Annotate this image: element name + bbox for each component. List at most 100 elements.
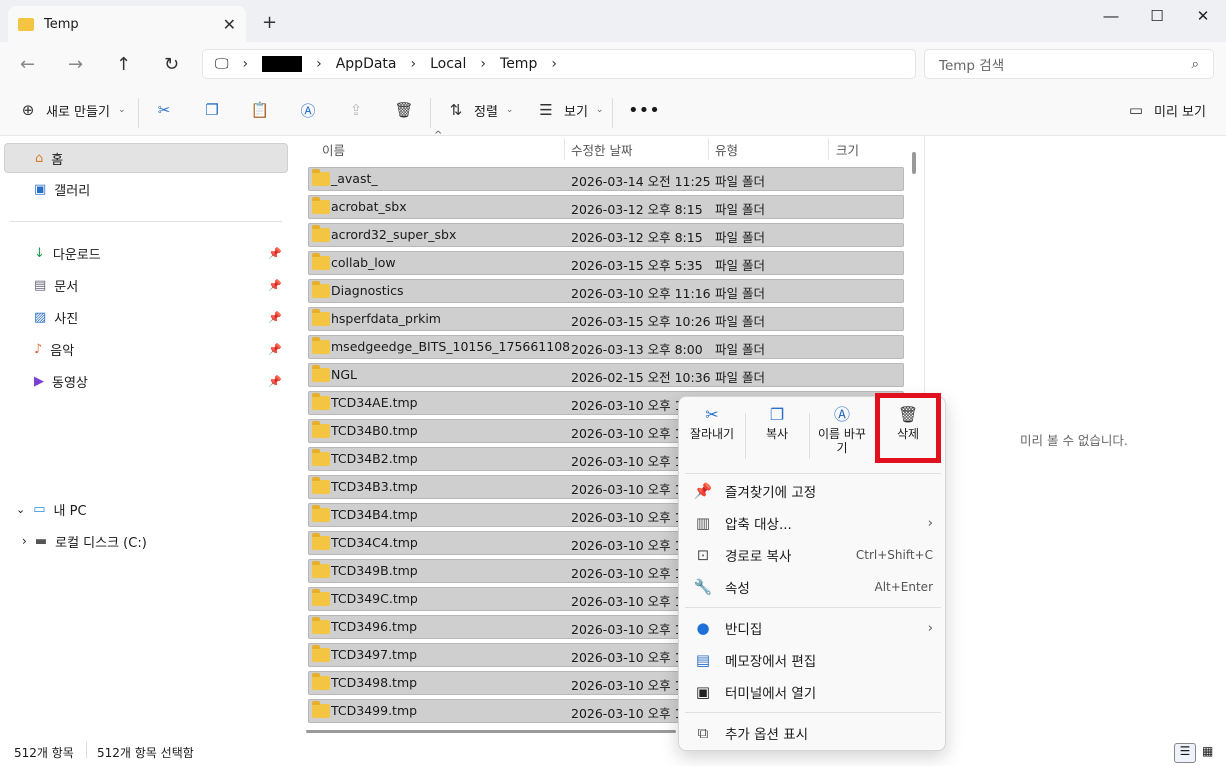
view-button[interactable]: ☰ 보기 ⌄ — [536, 100, 603, 120]
ctx-pin-item[interactable]: 📌 즐겨찾기에 고정 — [679, 475, 947, 507]
ctx-terminal-item[interactable]: ▣ 터미널에서 열기 — [679, 676, 947, 708]
sort-button[interactable]: ⇅ 정렬 ⌄ — [446, 100, 514, 120]
rename-button[interactable]: Ⓐ — [298, 100, 318, 120]
file-name: collab_low — [331, 255, 396, 270]
chevron-right-icon[interactable]: › — [551, 56, 557, 72]
forward-icon[interactable]: → — [68, 54, 83, 75]
scissors-icon: ✂ — [157, 101, 171, 119]
sidebar-item-documents[interactable]: ▤ 문서 📌 — [4, 270, 288, 300]
minimize-icon[interactable]: ― — [1088, 4, 1134, 28]
ctx-rename-button[interactable]: Ⓐ 이름 바꾸기 — [811, 405, 873, 467]
file-row[interactable]: hsperfdata_prkim 2026-03-15 오후 10:26 파일 폴더 — [306, 305, 906, 333]
file-date: 2026-03-14 오전 11:25 — [571, 174, 711, 189]
folder-icon — [312, 281, 330, 298]
ctx-compress-item[interactable]: ▥ 압축 대상... › — [679, 507, 947, 539]
sidebar-item-local-disk[interactable]: › ▬ 로컬 디스크 (C:) — [4, 526, 288, 556]
preview-pane-button[interactable]: ▭ 미리 보기 — [1126, 100, 1206, 120]
close-window-icon[interactable]: ✕ — [1180, 4, 1226, 28]
ctx-properties-shortcut: Alt+Enter — [874, 580, 933, 594]
details-view-icon[interactable]: ☰ — [1174, 743, 1196, 763]
file-name: Diagnostics — [331, 283, 404, 298]
ctx-copy-path-item[interactable]: ⊡ 경로로 복사 Ctrl+Shift+C — [679, 539, 947, 571]
new-button[interactable]: ⊕ 새로 만들기 ⌄ — [18, 100, 126, 120]
ctx-notepad-item[interactable]: ▤ 메모장에서 편집 — [679, 644, 947, 676]
file-row[interactable]: acrord32_super_sbx 2026-03-12 오후 8:15 파일 폴… — [306, 221, 906, 249]
column-label: 이름 — [322, 142, 346, 158]
folder-icon — [312, 393, 330, 410]
copy-button[interactable]: ❐ — [202, 100, 222, 120]
more-options-icon[interactable]: ••• — [628, 100, 660, 121]
address-bar[interactable]: 🖵 › › AppData › Local › Temp › — [202, 49, 916, 79]
file-date: 2026-02-15 오전 10:36 — [571, 370, 711, 385]
column-divider[interactable] — [564, 138, 565, 160]
file-row[interactable]: Diagnostics 2026-03-10 오후 11:16 파일 폴더 — [306, 277, 906, 305]
file-name: TCD34AE.tmp — [331, 395, 418, 410]
ctx-cut-button[interactable]: ✂ 잘라내기 — [681, 405, 743, 467]
ctx-more-options-item[interactable]: ⧉ 추가 옵션 표시 — [679, 717, 947, 749]
ctx-copy-button[interactable]: ❐ 복사 — [746, 405, 808, 467]
folder-icon — [312, 561, 330, 578]
ctx-more-label: 추가 옵션 표시 — [725, 727, 809, 743]
sidebar-item-home[interactable]: ⌂ 홈 — [4, 143, 288, 173]
file-row[interactable]: collab_low 2026-03-15 오후 5:35 파일 폴더 — [306, 249, 906, 277]
file-row[interactable]: NGL 2026-02-15 오전 10:36 파일 폴더 — [306, 361, 906, 389]
sidebar-item-pictures[interactable]: ▨ 사진 📌 — [4, 302, 288, 332]
sidebar-item-videos[interactable]: ▶ 동영상 📌 — [4, 366, 288, 396]
folder-icon — [312, 365, 330, 382]
file-row[interactable]: _avast_ 2026-03-14 오전 11:25 파일 폴더 — [306, 165, 906, 193]
new-tab-icon[interactable]: + — [262, 12, 277, 33]
chevron-right-icon[interactable]: › — [22, 534, 27, 548]
file-name: TCD3497.tmp — [331, 647, 418, 662]
ctx-copy-label: 복사 — [765, 427, 789, 441]
sidebar-item-music[interactable]: ♪ 음악 📌 — [4, 334, 288, 364]
chevron-down-icon[interactable]: ⌄ — [16, 503, 25, 516]
tiles-view-icon[interactable]: ▦ — [1202, 744, 1213, 758]
breadcrumb-temp[interactable]: Temp — [500, 56, 537, 72]
delete-button[interactable]: 🗑 — [394, 100, 414, 120]
back-icon[interactable]: ← — [20, 54, 35, 75]
column-divider[interactable] — [708, 138, 709, 160]
refresh-icon[interactable]: ↻ — [164, 54, 179, 75]
sidebar-item-this-pc[interactable]: ⌄ ▭ 내 PC — [4, 494, 288, 524]
ctx-properties-item[interactable]: 🔧 속성 Alt+Enter — [679, 571, 947, 603]
document-icon: ▤ — [34, 277, 47, 293]
share-button[interactable]: ⇪ — [346, 100, 366, 120]
file-date: 2026-03-10 오후 1 — [571, 454, 683, 469]
file-date: 2026-03-10 오후 1 — [571, 650, 683, 665]
breadcrumb-appdata[interactable]: AppData — [336, 56, 397, 72]
sidebar-item-gallery[interactable]: ▣ 갤러리 — [4, 174, 288, 204]
close-tab-icon[interactable]: ✕ — [223, 15, 236, 34]
sidebar-item-label: 사진 — [54, 311, 79, 327]
file-type: 파일 폴더 — [715, 174, 765, 189]
column-header-name[interactable]: 이름 — [322, 136, 345, 162]
column-header-date[interactable]: 수정한 날짜 — [571, 136, 632, 162]
ctx-terminal-label: 터미널에서 열기 — [725, 686, 817, 702]
sidebar-item-downloads[interactable]: ↓ 다운로드 📌 — [4, 238, 288, 268]
chevron-right-icon: › — [410, 56, 417, 72]
vertical-scrollbar[interactable] — [912, 152, 916, 174]
up-icon[interactable]: ↑ — [116, 54, 131, 75]
file-name: TCD349C.tmp — [331, 591, 418, 606]
rename-icon: Ⓐ — [300, 101, 316, 120]
column-divider[interactable] — [828, 138, 829, 160]
cut-button[interactable]: ✂ — [154, 100, 174, 120]
paste-button[interactable]: 📋 — [250, 100, 270, 120]
chevron-right-icon: › — [316, 56, 322, 72]
tab-title: Temp — [44, 16, 79, 32]
folder-icon — [312, 477, 330, 494]
column-header-type[interactable]: 유형 — [715, 136, 738, 162]
breadcrumb-local[interactable]: Local — [430, 56, 466, 72]
sidebar-item-label: 홈 — [51, 152, 64, 168]
horizontal-scrollbar[interactable] — [306, 730, 676, 733]
tab-temp[interactable]: Temp ✕ — [8, 6, 246, 42]
column-header-size[interactable]: 크기 — [836, 136, 859, 162]
search-input[interactable]: Temp 검색 ⌕ — [924, 49, 1214, 79]
ctx-bandizip-item[interactable]: ● 반디집 › — [679, 612, 947, 644]
folder-icon — [312, 225, 330, 242]
column-label: 크기 — [836, 142, 860, 158]
file-type: 파일 폴더 — [715, 342, 765, 357]
file-row[interactable]: acrobat_sbx 2026-03-12 오후 8:15 파일 폴더 — [306, 193, 906, 221]
file-row[interactable]: msedgeedge_BITS_10156_175661108 2026-03-1… — [306, 333, 906, 361]
search-placeholder: Temp 검색 — [939, 58, 1005, 74]
maximize-icon[interactable]: ☐ — [1134, 4, 1180, 28]
